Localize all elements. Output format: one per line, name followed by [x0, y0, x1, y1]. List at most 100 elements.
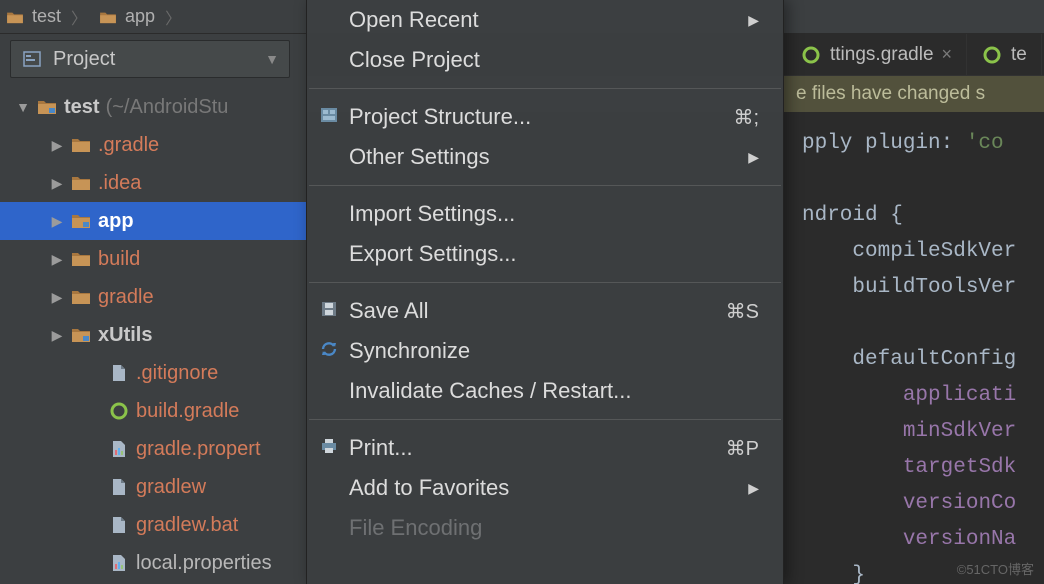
menu-item-label: Add to Favorites: [349, 475, 509, 501]
structure-icon: [317, 104, 341, 130]
breadcrumb-item[interactable]: app: [97, 6, 155, 27]
gradle-icon: [800, 46, 822, 64]
tree-row[interactable]: build.gradle: [0, 392, 306, 430]
expand-toggle-icon[interactable]: ▶: [50, 175, 64, 192]
expand-toggle-icon[interactable]: ▶: [50, 251, 64, 268]
menu-item[interactable]: Save All⌘S: [307, 291, 783, 331]
print-icon: [317, 435, 341, 461]
project-icon: [21, 50, 43, 68]
project-tree[interactable]: ▼ test (~/AndroidStu ▶.gradle▶.idea▶app▶…: [0, 82, 306, 582]
tree-label: gradle: [98, 286, 154, 309]
menu-item-label: Close Project: [349, 47, 480, 73]
menu-item[interactable]: Other Settings▶: [307, 137, 783, 177]
tree-path: (~/AndroidStu: [106, 96, 229, 119]
submenu-arrow-icon: ▶: [748, 480, 759, 497]
tree-row[interactable]: gradlew.bat: [0, 506, 306, 544]
menu-item[interactable]: Synchronize: [307, 331, 783, 371]
menu-item-label: File Encoding: [349, 515, 482, 541]
folder-icon: [70, 136, 92, 154]
menu-item-label: Export Settings...: [349, 241, 517, 267]
folder-icon: [70, 288, 92, 306]
breadcrumb-item[interactable]: test: [4, 6, 61, 27]
tree-label: gradlew: [136, 476, 206, 499]
module-icon: [70, 326, 92, 344]
tree-label: build: [98, 248, 140, 271]
tree-row[interactable]: ▶ app: [0, 202, 306, 240]
expand-toggle-icon[interactable]: ▼: [16, 99, 30, 115]
menu-separator: [309, 185, 781, 186]
tree-label: test: [64, 96, 100, 119]
tree-row[interactable]: ▶ .idea: [0, 164, 306, 202]
submenu-arrow-icon: ▶: [748, 12, 759, 29]
menu-separator: [309, 419, 781, 420]
tree-row[interactable]: ▶ gradle: [0, 278, 306, 316]
file-icon: [108, 364, 130, 382]
tree-label: local.properties: [136, 552, 272, 575]
menu-item-label: Save All: [349, 298, 429, 324]
tree-row[interactable]: ▶ xUtils: [0, 316, 306, 354]
project-view-selector[interactable]: Project ▼: [10, 40, 290, 78]
menu-item[interactable]: Export Settings...: [307, 234, 783, 274]
menu-item[interactable]: Project Structure... ⌘;: [307, 97, 783, 137]
save-icon: [317, 298, 341, 324]
menu-item[interactable]: Add to Favorites ▶: [307, 468, 783, 508]
expand-toggle-icon[interactable]: ▶: [50, 289, 64, 306]
tree-label: .gradle: [98, 134, 159, 157]
tree-row[interactable]: ▶ .gradle: [0, 126, 306, 164]
expand-toggle-icon[interactable]: ▶: [50, 327, 64, 344]
gradle-icon: [981, 46, 1003, 64]
tree-label: .idea: [98, 172, 141, 195]
file-icon: [108, 478, 130, 496]
menu-separator: [309, 88, 781, 89]
menu-item-label: Project Structure...: [349, 104, 531, 130]
tab-label: ttings.gradle: [830, 44, 934, 66]
menu-item[interactable]: Invalidate Caches / Restart...: [307, 371, 783, 411]
close-icon[interactable]: ×: [942, 44, 953, 65]
module-icon: [70, 212, 92, 230]
menu-shortcut: ⌘;: [733, 105, 759, 130]
menu-item[interactable]: Print... ⌘P: [307, 428, 783, 468]
menu-item-label: Open Recent: [349, 7, 479, 33]
tree-label: gradlew.bat: [136, 514, 238, 537]
menu-item-label: Import Settings...: [349, 201, 515, 227]
tab-label: te: [1011, 44, 1027, 66]
chevron-right-icon: 〉: [65, 5, 93, 29]
menu-item-label: Other Settings: [349, 144, 490, 170]
tree-label: gradle.propert: [136, 438, 261, 461]
folder-icon: [4, 8, 26, 26]
breadcrumb-label: test: [32, 6, 61, 27]
gradle-icon: [108, 402, 130, 420]
file-icon: [108, 516, 130, 534]
editor-tab[interactable]: ttings.gradle ×: [786, 34, 967, 75]
tree-row[interactable]: ▶ build: [0, 240, 306, 278]
folder-icon: [70, 250, 92, 268]
menu-item[interactable]: Close Project: [307, 40, 783, 80]
tree-row[interactable]: .gitignore: [0, 354, 306, 392]
tree-label: xUtils: [98, 324, 152, 347]
menu-item[interactable]: Open Recent ▶: [307, 0, 783, 40]
tree-row[interactable]: local.properties: [0, 544, 306, 582]
bars-icon: [108, 554, 130, 572]
tree-label: .gitignore: [136, 362, 218, 385]
project-view-label: Project: [53, 48, 255, 71]
expand-toggle-icon[interactable]: ▶: [50, 137, 64, 154]
menu-item-label: Print...: [349, 435, 413, 461]
folder-icon: [97, 8, 119, 26]
menu-shortcut: ⌘P: [726, 436, 759, 461]
editor-tab[interactable]: te: [967, 34, 1042, 75]
tree-root[interactable]: ▼ test (~/AndroidStu: [0, 88, 306, 126]
menu-item: File Encoding: [307, 508, 783, 548]
menu-separator: [309, 282, 781, 283]
chevron-down-icon: ▼: [265, 51, 279, 67]
breadcrumb-label: app: [125, 6, 155, 27]
sync-icon: [317, 338, 341, 364]
menu-item[interactable]: Import Settings...: [307, 194, 783, 234]
folder-icon: [70, 174, 92, 192]
menu-item-label: Synchronize: [349, 338, 470, 364]
module-icon: [36, 98, 58, 116]
tree-label: app: [98, 210, 134, 233]
expand-toggle-icon[interactable]: ▶: [50, 213, 64, 230]
watermark: ©51CTO博客: [957, 559, 1034, 578]
tree-row[interactable]: gradlew: [0, 468, 306, 506]
tree-row[interactable]: gradle.propert: [0, 430, 306, 468]
